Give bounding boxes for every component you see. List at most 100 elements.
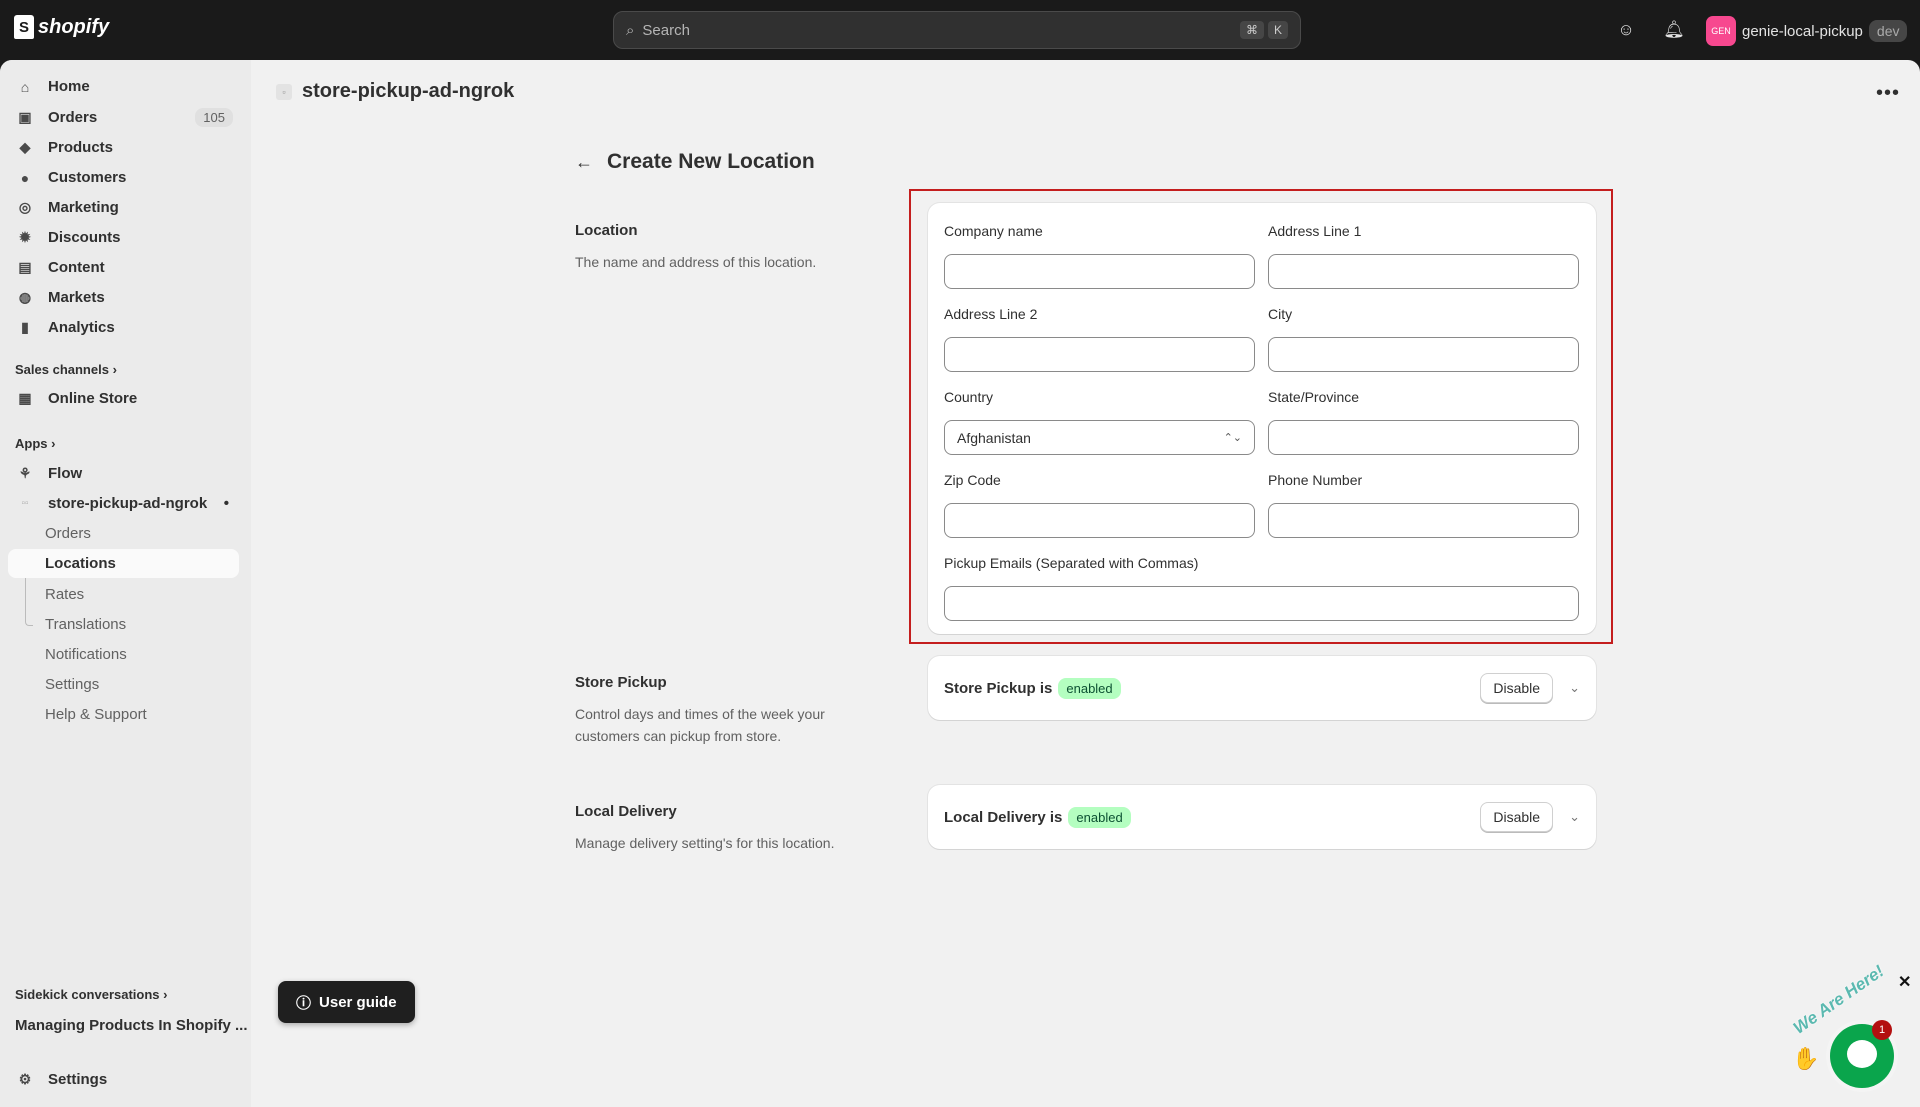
address-line-1-input[interactable] [1268,254,1579,289]
pin-dot-icon: • [223,495,229,512]
home-icon: ⌂ [20,78,30,95]
sidebar-subitem-notifications[interactable]: Notifications [8,640,239,669]
local-delivery-card: Local Delivery is enabled Disable ⌄ [928,785,1596,849]
country-select[interactable]: Afghanistan ⌃⌄ [944,420,1255,455]
sidebar-item-marketing[interactable]: ◎ Marketing [8,193,239,222]
chevron-down-icon[interactable]: ⌄ [1569,680,1580,696]
address-line-2-input[interactable] [944,337,1255,372]
nav-label: Home [48,78,90,95]
nav-label: Notifications [45,646,127,663]
phone-input[interactable] [1268,503,1579,538]
nav-label: Translations [45,616,127,633]
disable-store-pickup-button[interactable]: Disable [1480,673,1554,703]
apps-heading[interactable]: Apps › [15,436,55,451]
app-title-bar: ▫ store-pickup-ad-ngrok [276,80,514,103]
search-input[interactable]: ⌕ Search ⌘ K [613,11,1301,49]
kbd-k: K [1267,21,1288,39]
company-name-field: Company name [944,223,1255,289]
sidebar-subitem-settings[interactable]: Settings [8,670,239,699]
discount-icon: ✹ [19,229,31,245]
section-description: Manage delivery setting's for this locat… [575,835,835,851]
store-pickup-section-label: Store Pickup Control days and times of th… [575,674,865,747]
flow-icon: ⚘ [18,465,32,481]
nav-label: Content [48,259,105,276]
dev-badge: dev [1868,20,1908,42]
conversation-label: Managing Products In Shopify ... [15,1017,248,1034]
field-label: Address Line 2 [944,306,1038,322]
sidebar-item-online-store[interactable]: ▦ Online Store [8,384,239,413]
nav-label: Orders [48,109,98,126]
sidebar-item-markets[interactable]: ◍ Markets [8,283,239,312]
sidebar-item-discounts[interactable]: ✹ Discounts [8,223,239,252]
section-label: Sidekick conversations [15,987,160,1002]
section-description: Control days and times of the week your … [575,706,825,744]
nav-label: Settings [45,676,100,693]
local-delivery-section-label: Local Delivery Manage delivery setting's … [575,803,865,854]
nav-label: Discounts [48,229,121,246]
orders-count-badge: 105 [195,108,233,127]
sidebar-item-content[interactable]: ▤ Content [8,253,239,282]
company-name-input[interactable] [944,254,1255,289]
country-field: Country Afghanistan ⌃⌄ [944,389,1255,455]
disable-local-delivery-button[interactable]: Disable [1480,802,1554,832]
sidebar-item-app[interactable]: ▫▫ store-pickup-ad-ngrok • [8,489,239,518]
sidebar-item-flow[interactable]: ⚘ Flow [8,459,239,488]
app-title: store-pickup-ad-ngrok [302,80,515,102]
back-arrow-icon[interactable]: ← [575,152,593,173]
chart-icon: ▮ [21,319,29,335]
sidebar-item-products[interactable]: ◆ Products [8,133,239,162]
brand-name: shopify [38,15,110,38]
waving-hand-icon: ✋ [1792,1046,1820,1071]
field-label: City [1268,306,1293,322]
kbd-cmd: ⌘ [1239,21,1264,39]
field-label: Company name [944,223,1043,239]
zip-input[interactable] [944,503,1255,538]
status-text: Store Pickup is [944,679,1053,697]
globe-icon: ◍ [18,289,32,305]
user-guide-label: User guide [319,993,397,1011]
sidebar-subitem-translations[interactable]: Translations [8,610,239,639]
shortcut-hint: ⌘ K [1239,21,1288,39]
sidebar-subitem-locations[interactable]: Locations [8,549,239,578]
app-icon: ▫▫ [21,498,29,509]
nav-label: Help & Support [45,706,147,723]
city-input[interactable] [1268,337,1579,372]
chevron-down-icon[interactable]: ⌄ [1569,809,1580,825]
sales-channels-heading[interactable]: Sales channels › [15,362,117,377]
field-label: Country [944,389,994,405]
sidebar-item-analytics[interactable]: ▮ Analytics [8,313,239,342]
status-text: Local Delivery is [944,808,1063,826]
sidekick-heading[interactable]: Sidekick conversations › [15,987,167,1002]
unread-count-badge: 1 [1872,1020,1892,1040]
search-icon: ⌕ [626,21,635,39]
sidekick-conversation[interactable]: Managing Products In Shopify ... [15,1017,248,1034]
sidebar-item-home[interactable]: ⌂ Home [8,72,239,101]
more-actions-icon[interactable]: ••• [1876,82,1900,105]
shopify-logo[interactable]: Sshopify [14,15,109,39]
user-guide-button[interactable]: ⓘ User guide [278,981,415,1023]
person-icon: ● [20,169,30,186]
sidebar-item-customers[interactable]: ● Customers [8,163,239,192]
field-label: State/Province [1268,389,1360,405]
sidebar-item-settings[interactable]: ⚙ Settings [8,1065,239,1094]
sidebar-item-orders[interactable]: ▣ Orders 105 [8,103,239,132]
sidebar-subitem-help[interactable]: Help & Support [8,700,239,729]
city-field: City [1268,306,1579,372]
close-chat-widget-icon[interactable]: ✕ [1898,972,1911,992]
nav-label: Marketing [48,199,119,216]
state-input[interactable] [1268,420,1579,455]
section-title: Location [575,222,638,239]
sidebar-subitem-rates[interactable]: Rates [8,580,239,609]
pickup-emails-field: Pickup Emails (Separated with Commas) [944,555,1579,621]
pickup-emails-input[interactable] [944,586,1579,621]
status-badge: enabled [1068,806,1131,828]
phone-field: Phone Number [1268,472,1579,538]
sidebar-subitem-orders[interactable]: Orders [8,519,239,548]
tag-icon: ◆ [19,139,31,155]
nav-label: Settings [48,1071,108,1088]
bell-icon[interactable]: 🔔︎ [1663,19,1685,41]
sidekick-icon[interactable]: ☺ [1615,19,1637,41]
chat-launcher-button[interactable]: 1 [1830,1020,1894,1088]
section-label: Apps [15,436,48,451]
store-menu[interactable]: GEN genie-local-pickup dev [1706,16,1908,46]
